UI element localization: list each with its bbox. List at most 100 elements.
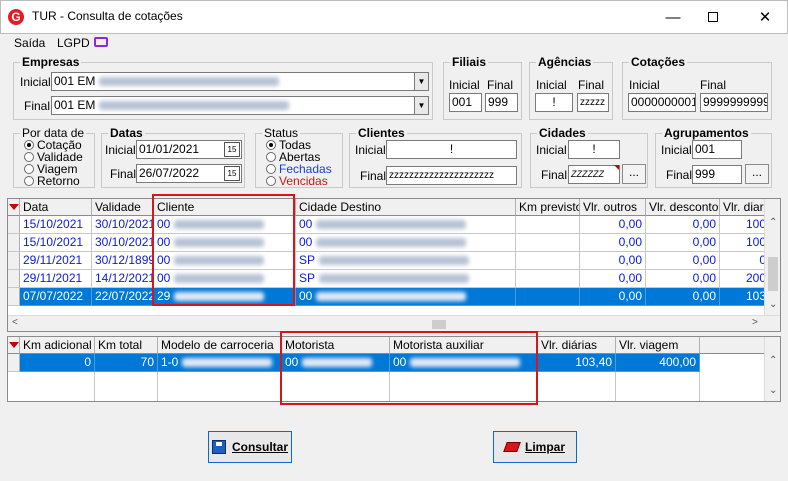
grid1-cell-validade[interactable]: 22/07/2022 <box>92 288 154 306</box>
grid2-cell-diarias[interactable]: 103,40 <box>538 354 616 372</box>
grid1-cell-outros[interactable]: 0,00 <box>580 288 646 306</box>
grid1-cell-desconto[interactable]: 0,00 <box>646 270 720 288</box>
monitor-icon[interactable] <box>94 37 108 47</box>
clientes-final-input[interactable]: zzzzzzzzzzzzzzzzzzzzz <box>386 166 517 185</box>
row-indicator[interactable] <box>8 354 20 372</box>
grid1-cell-desconto[interactable]: 0,00 <box>646 252 720 270</box>
grid2-cell-km_total[interactable]: 70 <box>95 354 158 372</box>
scroll-down-icon[interactable]: ⌄ <box>769 299 777 310</box>
calendar-icon[interactable]: 15 <box>224 142 240 157</box>
col-header-validade[interactable]: Validade <box>92 199 154 216</box>
grid1-cell-cidade[interactable]: SP <box>296 270 516 288</box>
col-header-km-adicional[interactable]: Km adicional <box>20 337 95 354</box>
agrupamentos-final-input[interactable]: 999 <box>692 165 742 184</box>
grid1-cell-cidade[interactable]: SP <box>296 252 516 270</box>
grid1-horizontal-scrollbar[interactable]: < > <box>8 315 780 331</box>
agrupamentos-inicial-input[interactable]: 001 <box>692 140 742 159</box>
grid1-cell-validade[interactable]: 30/12/1899 <box>92 252 154 270</box>
grid1-cell-data[interactable]: 29/11/2021 <box>20 270 92 288</box>
cotacoes-final-input[interactable]: 9999999999 <box>700 93 768 112</box>
grid1-cell-data[interactable]: 29/11/2021 <box>20 252 92 270</box>
scroll-thumb[interactable] <box>432 320 446 329</box>
filiais-final-input[interactable]: 999 <box>485 93 518 112</box>
grid1-cell-outros[interactable]: 0,00 <box>580 216 646 234</box>
grid2-cell-modelo[interactable]: 1-0 <box>158 354 282 372</box>
grid1-cell-km[interactable] <box>516 288 580 306</box>
scroll-up-icon[interactable]: ⌃ <box>769 217 777 228</box>
col-header-vlr-diarias[interactable]: Vlr. diarias <box>720 199 770 216</box>
grid1-cell-desconto[interactable]: 0,00 <box>646 234 720 252</box>
cidades-inicial-input[interactable]: ! <box>568 140 620 159</box>
col-header-vlr-desconto[interactable]: Vlr. desconto <box>646 199 720 216</box>
grid1-cell-diarias[interactable]: 200 <box>720 270 770 288</box>
grid1-cell-km[interactable] <box>516 270 580 288</box>
grid1-cell-diarias[interactable]: 100 <box>720 234 770 252</box>
row-indicator[interactable] <box>8 270 20 288</box>
col-header-km-total[interactable]: Km total <box>95 337 158 354</box>
col-header-modelo-carroceria[interactable]: Modelo de carroceria <box>158 337 282 354</box>
col-header-data[interactable]: Data <box>20 199 92 216</box>
agencias-inicial-input[interactable]: ! <box>535 93 573 112</box>
row-indicator[interactable] <box>8 216 20 234</box>
grid1-cell-diarias[interactable]: 100 <box>720 216 770 234</box>
col-header-cidade-destino[interactable]: Cidade Destino <box>296 199 516 216</box>
scroll-right-icon[interactable]: > <box>752 317 758 328</box>
row-indicator[interactable] <box>8 252 20 270</box>
scroll-down-icon[interactable]: ⌄ <box>769 385 777 396</box>
grid1-cell-km[interactable] <box>516 234 580 252</box>
radio-retorno[interactable]: Retorno <box>24 174 80 188</box>
grid1-cell-desconto[interactable]: 0,00 <box>646 216 720 234</box>
grid1-cell-validade[interactable]: 30/10/2021 <box>92 216 154 234</box>
empresas-inicial-chevron-down-icon[interactable]: ▼ <box>414 72 429 91</box>
empresas-final-combo[interactable]: 001 EM <box>51 96 416 115</box>
close-button[interactable]: ✕ <box>742 0 788 34</box>
radio-vencidas[interactable]: Vencidas <box>266 174 328 188</box>
scroll-thumb[interactable] <box>768 257 778 291</box>
limpar-button[interactable]: Limpar <box>493 431 577 463</box>
grid1-cell-cidade[interactable]: 00 <box>296 216 516 234</box>
grid2-cell-viagem[interactable]: 400,00 <box>616 354 700 372</box>
menu-saida[interactable]: Saída <box>14 36 45 50</box>
agrupamentos-lookup-button[interactable]: ... <box>745 164 769 184</box>
grid1-vertical-scrollbar[interactable]: ⌃ ⌄ <box>764 199 780 315</box>
grid1-cell-validade[interactable]: 14/12/2021 <box>92 270 154 288</box>
col-header-vlr-outros[interactable]: Vlr. outros <box>580 199 646 216</box>
scroll-left-icon[interactable]: < <box>12 317 18 328</box>
empresas-final-chevron-down-icon[interactable]: ▼ <box>414 96 429 115</box>
grid2-vertical-scrollbar[interactable]: ⌃ ⌄ <box>764 337 780 401</box>
grid1-cell-outros[interactable]: 0,00 <box>580 270 646 288</box>
grid1-cell-diarias[interactable]: 0 <box>720 252 770 270</box>
grid1-cell-cidade[interactable]: 00 <box>296 288 516 306</box>
cotacoes-grid[interactable]: Data Validade Cliente Cidade Destino Km … <box>7 198 781 332</box>
grid1-cell-data[interactable]: 07/07/2022 <box>20 288 92 306</box>
row-indicator[interactable] <box>8 234 20 252</box>
calendar-icon[interactable]: 15 <box>224 166 240 181</box>
grid1-cell-validade[interactable]: 30/10/2021 <box>92 234 154 252</box>
grid1-cell-desconto[interactable]: 0,00 <box>646 288 720 306</box>
grid1-cell-data[interactable]: 15/10/2021 <box>20 234 92 252</box>
maximize-button[interactable] <box>690 0 736 34</box>
scroll-up-icon[interactable]: ⌃ <box>769 355 777 366</box>
grid2-cell-km_adicional[interactable]: 0 <box>20 354 95 372</box>
cidades-final-input[interactable]: ZZZZZZ <box>568 165 620 184</box>
row-indicator[interactable] <box>8 288 20 306</box>
grid1-cell-diarias[interactable]: 103 <box>720 288 770 306</box>
agencias-final-input[interactable]: zzzzz <box>577 93 609 112</box>
grid1-cell-km[interactable] <box>516 252 580 270</box>
datas-inicial-value: 01/01/2021 <box>139 142 200 156</box>
cidades-lookup-button[interactable]: ... <box>622 164 646 184</box>
empresas-inicial-combo[interactable]: 001 EM <box>51 72 416 91</box>
consultar-button[interactable]: Consultar <box>208 431 292 463</box>
col-header-vlr-diarias[interactable]: Vlr. diárias <box>538 337 616 354</box>
menu-lgpd[interactable]: LGPD <box>57 36 90 50</box>
grid1-cell-cidade[interactable]: 00 <box>296 234 516 252</box>
filiais-inicial-input[interactable]: 001 <box>449 93 482 112</box>
grid1-cell-outros[interactable]: 0,00 <box>580 252 646 270</box>
grid1-cell-outros[interactable]: 0,00 <box>580 234 646 252</box>
grid1-cell-km[interactable] <box>516 216 580 234</box>
col-header-km-previsto[interactable]: Km previsto <box>516 199 580 216</box>
col-header-vlr-viagem[interactable]: Vlr. viagem <box>616 337 700 354</box>
clientes-inicial-input[interactable]: ! <box>386 140 517 159</box>
grid1-cell-data[interactable]: 15/10/2021 <box>20 216 92 234</box>
cotacoes-inicial-input[interactable]: 0000000001 <box>628 93 696 112</box>
